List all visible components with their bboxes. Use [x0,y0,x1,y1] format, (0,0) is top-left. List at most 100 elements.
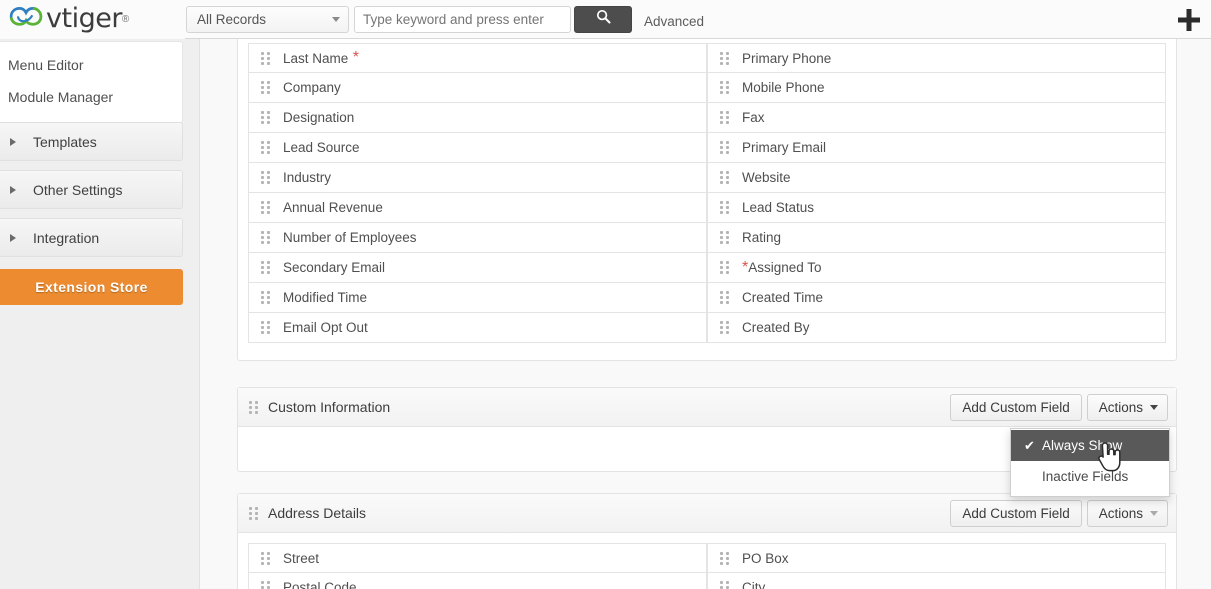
field-row[interactable]: Lead Status [707,193,1166,223]
sidebar-item-menu-editor[interactable]: Menu Editor [0,49,182,81]
actions-button[interactable]: Actions [1086,500,1168,527]
sidebar-group-other-settings[interactable]: Other Settings [0,170,183,209]
field-label: Created Time [742,290,824,305]
chevron-right-icon [10,233,16,242]
drag-handle-icon[interactable] [249,400,258,414]
drag-handle-icon[interactable] [261,51,270,65]
sidebar-plain-menu: Menu Editor Module Manager [0,41,183,123]
app-logo[interactable]: vtiger ® [0,0,185,39]
section-action-buttons: Add Custom Field Actions [950,394,1168,421]
field-row[interactable]: Created Time [707,283,1166,313]
custom-information-header: Custom Information Add Custom Field Acti… [238,388,1176,427]
dropdown-item-always-show[interactable]: ✔ Always Show [1011,430,1169,461]
field-row[interactable]: Street [248,543,707,573]
field-row[interactable]: Postal Code [248,573,707,589]
field-row[interactable]: Website [707,163,1166,193]
logo-registered-mark: ® [121,13,130,25]
field-label: Email Opt Out [283,320,368,335]
drag-handle-icon[interactable] [720,81,729,94]
field-row[interactable]: Primary Email [707,133,1166,163]
address-field-grid: Street Postal Code PO Box City [238,533,1176,589]
dropdown-item-label: Always Show [1042,438,1123,453]
address-details-header: Address Details Add Custom Field Actions [238,494,1176,533]
field-row[interactable]: Fax [707,103,1166,133]
dropdown-item-inactive-fields[interactable]: ✔ Inactive Fields [1011,461,1169,492]
field-row[interactable]: Rating [707,223,1166,253]
sidebar-group-label: Integration [33,229,100,246]
field-row[interactable]: Annual Revenue [248,193,707,223]
extension-store-button[interactable]: Extension Store [0,269,183,305]
field-row[interactable]: * Assigned To [707,253,1166,283]
field-row[interactable]: Secondary Email [248,253,707,283]
drag-handle-icon[interactable] [261,291,270,304]
field-row[interactable]: Primary Phone [707,43,1166,73]
field-row[interactable]: Industry [248,163,707,193]
drag-handle-icon[interactable] [720,261,729,274]
add-custom-field-button[interactable]: Add Custom Field [950,500,1082,527]
field-label: Number of Employees [283,230,417,245]
drag-handle-icon[interactable] [261,231,270,244]
advanced-search-link[interactable]: Advanced [644,14,704,29]
drag-handle-icon[interactable] [720,111,729,124]
field-label: Secondary Email [283,260,386,275]
drag-handle-icon[interactable] [261,321,270,334]
drag-handle-icon[interactable] [249,506,258,520]
drag-handle-icon[interactable] [261,581,270,589]
drag-handle-icon[interactable] [720,171,729,184]
drag-handle-icon[interactable] [261,171,270,184]
field-row[interactable]: PO Box [707,543,1166,573]
search-input[interactable] [354,5,571,33]
add-record-button[interactable] [1176,7,1202,33]
drag-handle-icon[interactable] [720,51,729,65]
drag-handle-icon[interactable] [720,231,729,244]
drag-handle-icon[interactable] [720,291,729,304]
field-row[interactable]: Email Opt Out [248,313,707,343]
sidebar-item-module-manager[interactable]: Module Manager [0,81,182,113]
drag-handle-icon[interactable] [720,551,729,565]
field-row[interactable]: Last Name * [248,43,707,73]
field-label: Street [283,550,320,566]
drag-handle-icon[interactable] [720,321,729,334]
field-label: PO Box [742,550,789,566]
sidebar-group-integration[interactable]: Integration [0,218,183,257]
drag-handle-icon[interactable] [261,81,270,94]
field-row[interactable]: Modified Time [248,283,707,313]
actions-button[interactable]: Actions [1086,394,1168,421]
drag-handle-icon[interactable] [720,141,729,154]
drag-handle-icon[interactable] [261,141,270,154]
logo-wordmark: vtiger [46,2,122,34]
field-row[interactable]: Mobile Phone [707,73,1166,103]
drag-handle-icon[interactable] [261,111,270,124]
field-label: Mobile Phone [742,80,825,95]
field-row[interactable]: City [707,573,1166,589]
field-row[interactable]: Created By [707,313,1166,343]
section-title: Address Details [268,505,367,521]
field-label: Assigned To [748,260,822,275]
record-filter-value: All Records [197,11,267,27]
sidebar-group-templates[interactable]: Templates [0,122,183,161]
field-label: Lead Source [283,140,360,155]
field-row[interactable]: Company [248,73,707,103]
field-label: Primary Phone [742,50,832,66]
sidebar-group-label: Other Settings [33,181,123,198]
record-filter-select[interactable]: All Records [186,5,349,33]
drag-handle-icon[interactable] [261,551,270,565]
sidebar-item-label: Menu Editor [8,57,84,73]
drag-handle-icon[interactable] [720,581,729,589]
drag-handle-icon[interactable] [720,201,729,214]
add-custom-field-button[interactable]: Add Custom Field [950,394,1082,421]
field-label: Created By [742,320,810,335]
drag-handle-icon[interactable] [261,261,270,274]
field-row[interactable]: Designation [248,103,707,133]
search-button[interactable] [574,5,632,33]
drag-handle-icon[interactable] [261,201,270,214]
sidebar-group-label: Templates [33,133,97,150]
actions-dropdown-menu: ✔ Always Show ✔ Inactive Fields [1010,428,1170,497]
field-column-right: Primary Phone Mobile Phone Fax Primary E… [707,43,1166,343]
field-label: Fax [742,110,765,125]
field-label: Primary Email [742,140,827,155]
add-custom-field-label: Add Custom Field [962,506,1070,521]
chevron-right-icon [10,137,16,146]
field-row[interactable]: Number of Employees [248,223,707,253]
field-row[interactable]: Lead Source [248,133,707,163]
